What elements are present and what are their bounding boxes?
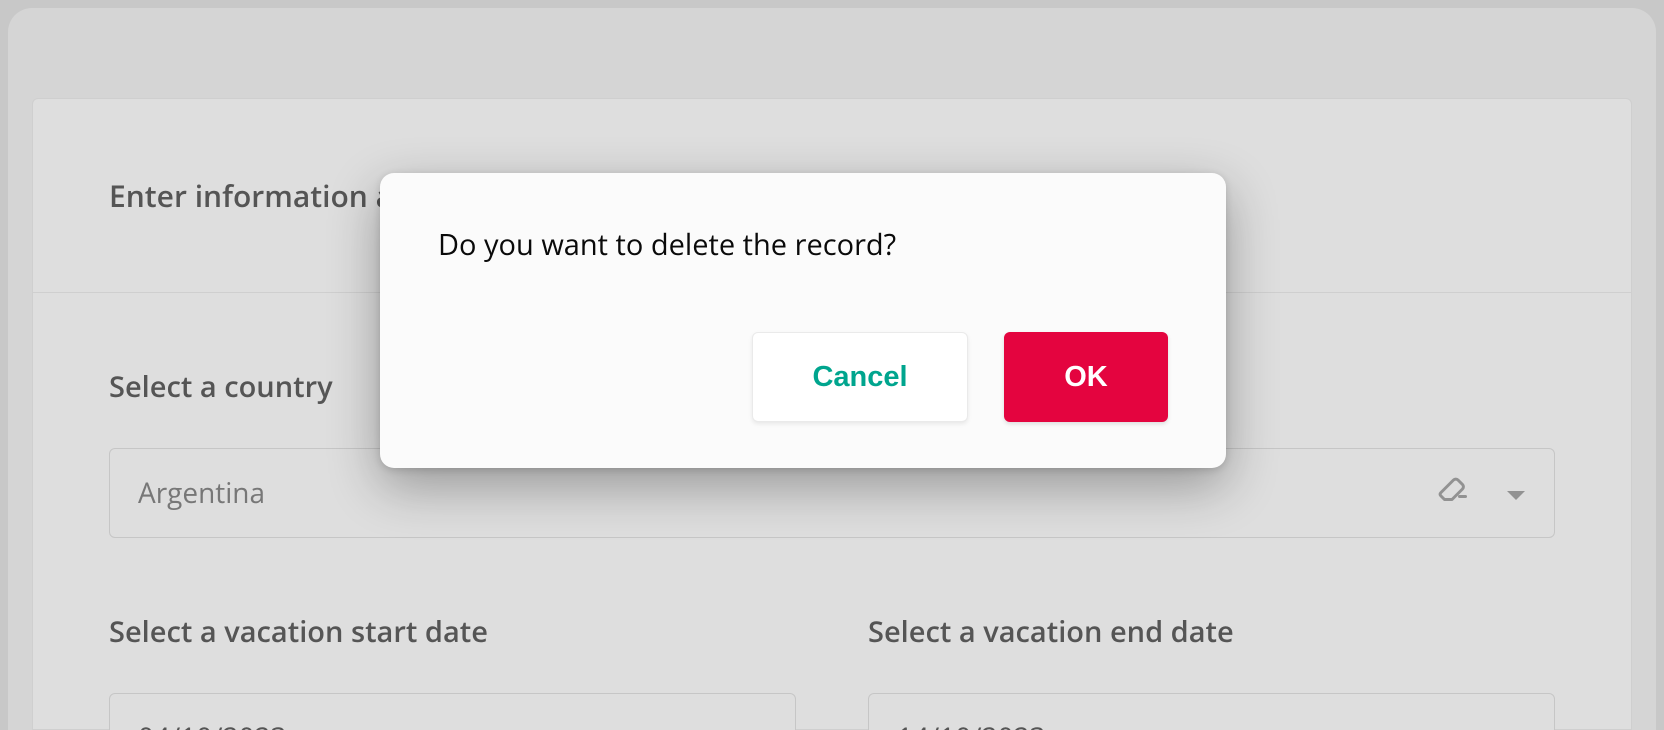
end-date-input[interactable]: 14/10/2023: [868, 693, 1555, 730]
page-background: Enter information a Select a country Arg…: [8, 8, 1656, 730]
cancel-button[interactable]: Cancel: [752, 332, 968, 422]
dialog-actions: Cancel OK: [438, 332, 1168, 422]
select-actions: [1434, 471, 1526, 516]
start-date-field-group: Select a vacation start date 04/10/2023: [109, 612, 796, 730]
end-date-value: 14/10/2023: [897, 719, 1046, 730]
ok-button[interactable]: OK: [1004, 332, 1168, 422]
country-select-value: Argentina: [138, 474, 1434, 512]
dialog-message: Do you want to delete the record?: [438, 225, 1168, 264]
start-date-label: Select a vacation start date: [109, 612, 796, 651]
start-date-input[interactable]: 04/10/2023: [109, 693, 796, 730]
chevron-down-icon[interactable]: [1506, 474, 1526, 512]
start-date-value: 04/10/2023: [138, 719, 287, 730]
confirm-delete-dialog: Do you want to delete the record? Cancel…: [380, 173, 1226, 468]
eraser-icon[interactable]: [1434, 471, 1470, 516]
end-date-label: Select a vacation end date: [868, 612, 1555, 651]
end-date-field-group: Select a vacation end date 14/10/2023: [868, 612, 1555, 730]
